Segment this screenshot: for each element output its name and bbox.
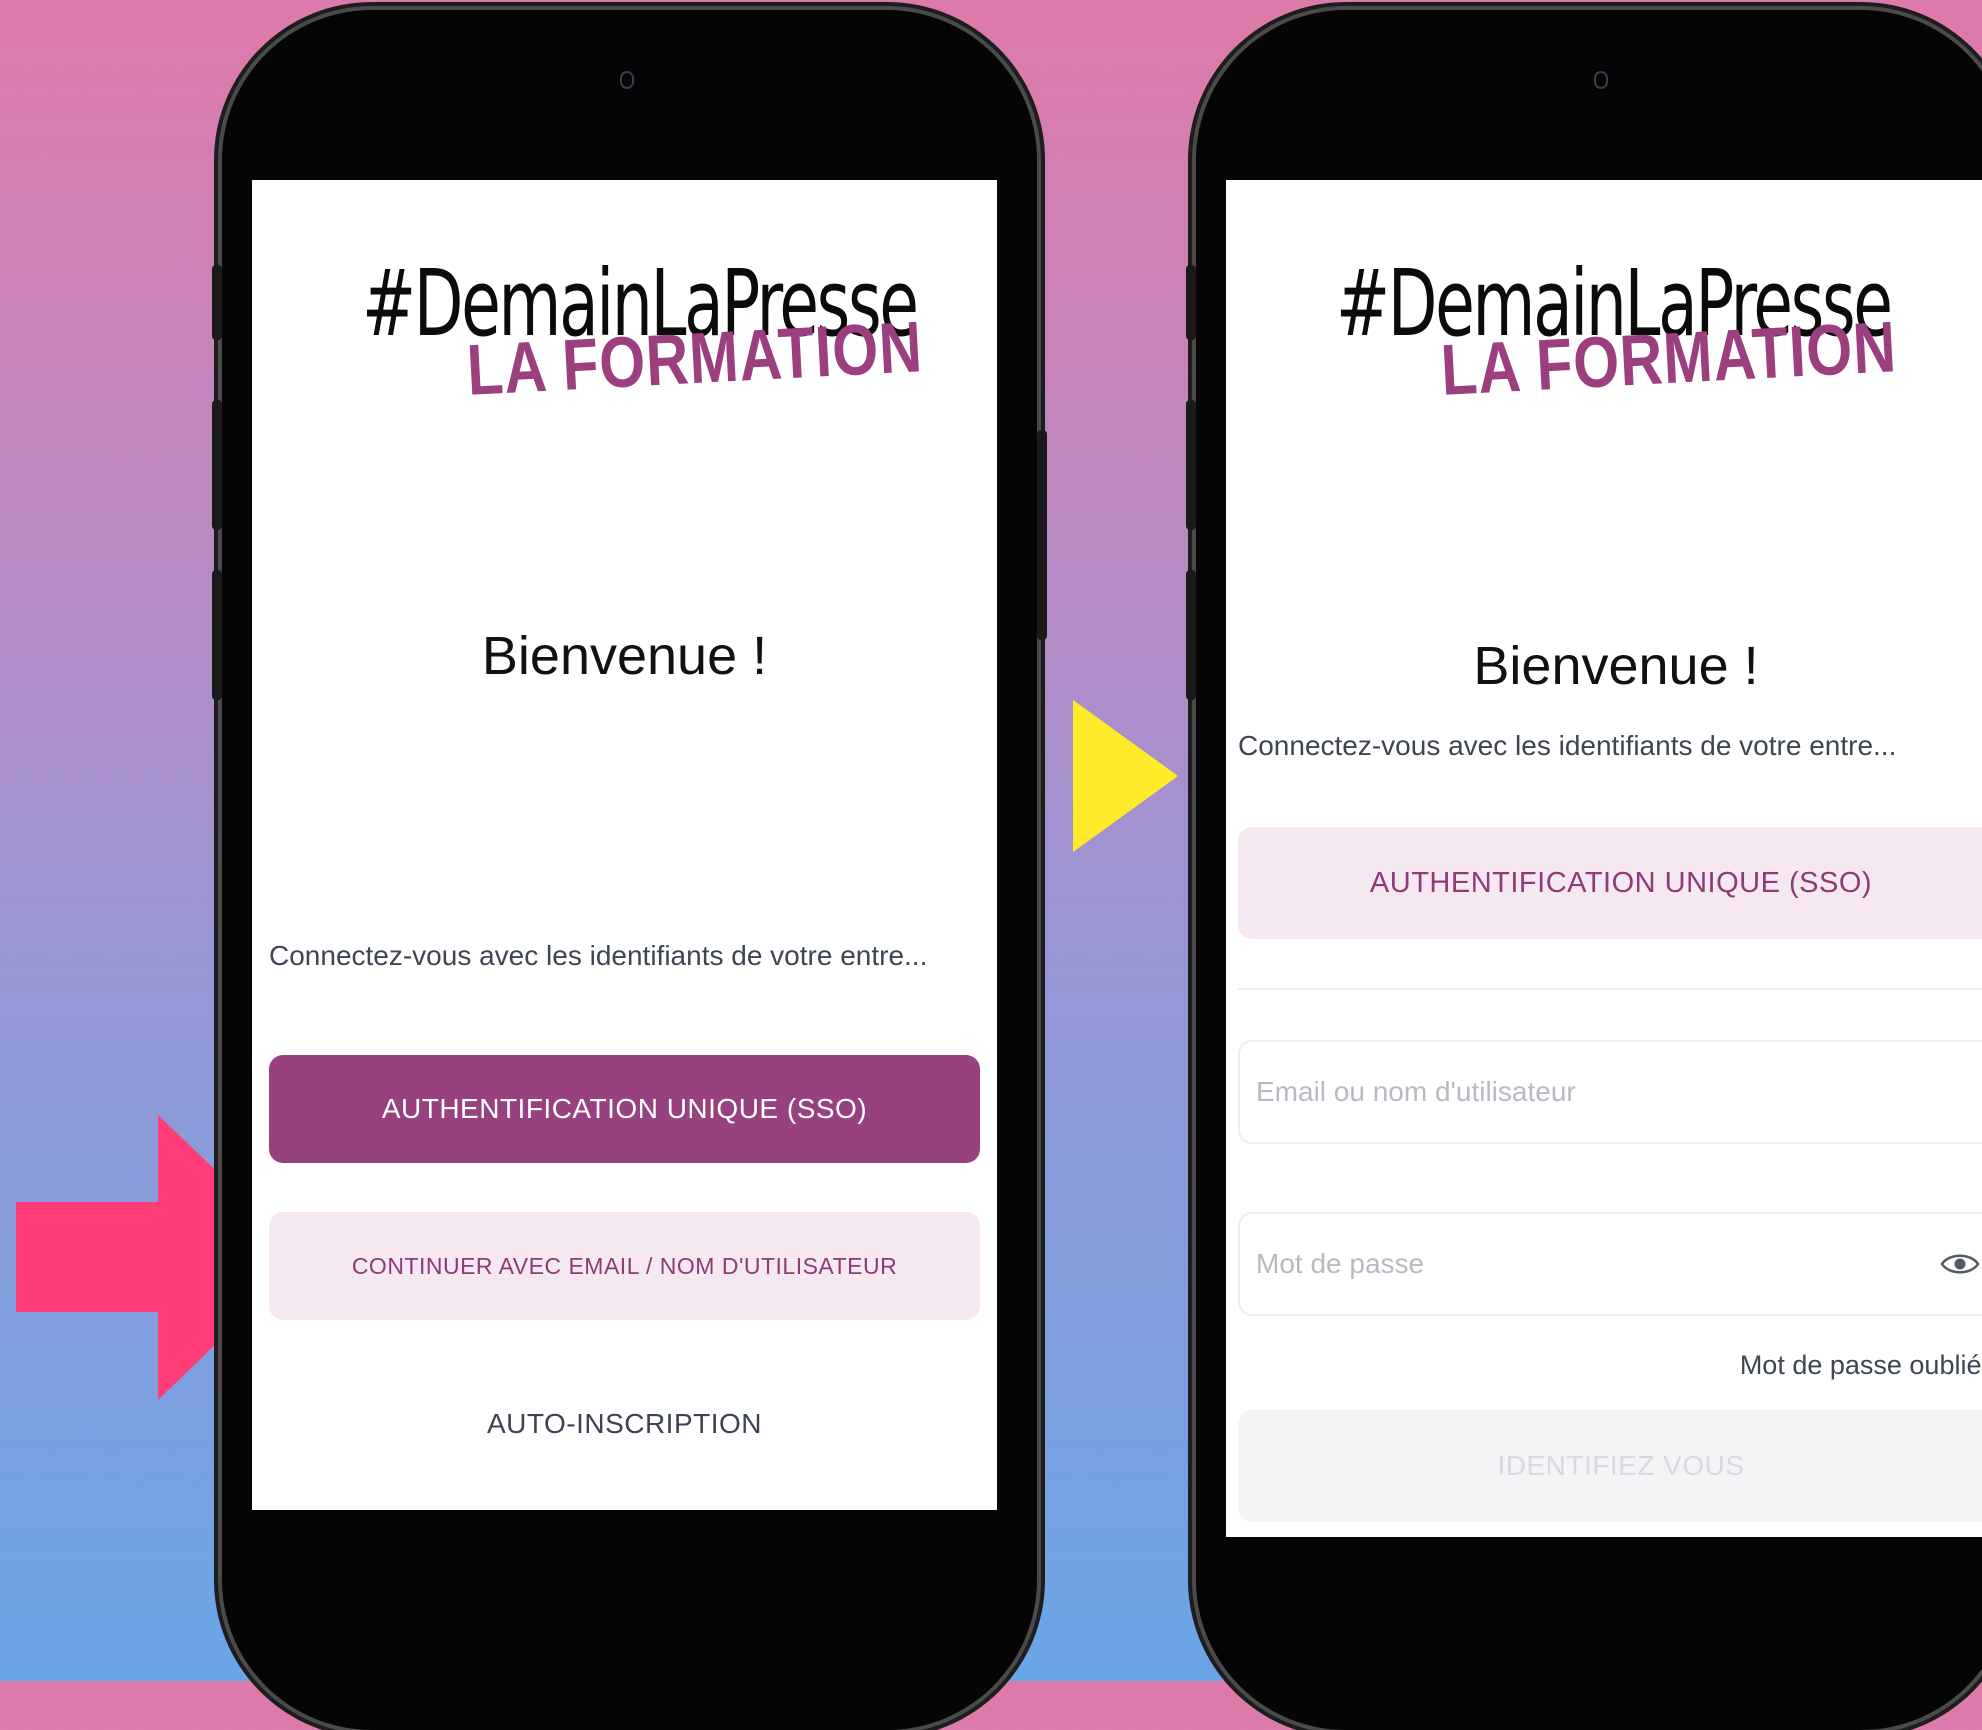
logo: #DemainLaPresse LA FORMATION xyxy=(252,250,997,411)
side-button xyxy=(1186,265,1196,340)
camera-icon xyxy=(619,71,634,89)
submit-button[interactable]: IDENTIFIEZ VOUS xyxy=(1238,1410,1982,1522)
login-screen-left: #DemainLaPresse LA FORMATION Bienvenue !… xyxy=(252,180,997,1510)
password-field[interactable] xyxy=(1238,1212,1982,1316)
sso-button[interactable]: AUTHENTIFICATION UNIQUE (SSO) xyxy=(1238,827,1982,939)
side-button xyxy=(212,570,222,700)
page-title: Bienvenue ! xyxy=(481,626,768,686)
dynamic-island xyxy=(1504,65,1704,105)
self-signup-button[interactable]: AUTO-INSCRIPTION xyxy=(269,1370,980,1478)
dynamic-island xyxy=(530,65,730,105)
page-title: Bienvenue ! xyxy=(1473,636,1759,696)
side-button xyxy=(1186,570,1196,700)
email-field[interactable] xyxy=(1238,1040,1982,1144)
email-input[interactable] xyxy=(1254,1042,1942,1142)
side-button xyxy=(1186,400,1196,530)
side-button xyxy=(1037,430,1047,640)
eye-icon[interactable] xyxy=(1940,1251,1980,1277)
divider xyxy=(1238,988,1982,990)
login-subtitle: Connectez-vous avec les identifiants de … xyxy=(269,940,928,971)
play-triangle-icon xyxy=(1073,700,1178,852)
logo: #DemainLaPresse LA FORMATION xyxy=(1226,250,1982,411)
side-button xyxy=(212,400,222,530)
sso-button[interactable]: AUTHENTIFICATION UNIQUE (SSO) xyxy=(269,1055,980,1163)
phone-left: #DemainLaPresse LA FORMATION Bienvenue !… xyxy=(212,10,1047,1730)
continue-email-button[interactable]: CONTINUER AVEC EMAIL / NOM D'UTILISATEUR xyxy=(269,1212,980,1320)
password-input[interactable] xyxy=(1254,1214,1942,1314)
login-subtitle: Connectez-vous avec les identifiants de … xyxy=(1238,730,1897,761)
side-button xyxy=(212,265,222,340)
phone-right: #DemainLaPresse LA FORMATION Bienvenue !… xyxy=(1186,10,1982,1730)
forgot-password-link[interactable]: Mot de passe oublié ? xyxy=(1740,1350,1982,1381)
login-screen-right: #DemainLaPresse LA FORMATION Bienvenue !… xyxy=(1226,180,1982,1537)
camera-icon xyxy=(1593,71,1608,89)
